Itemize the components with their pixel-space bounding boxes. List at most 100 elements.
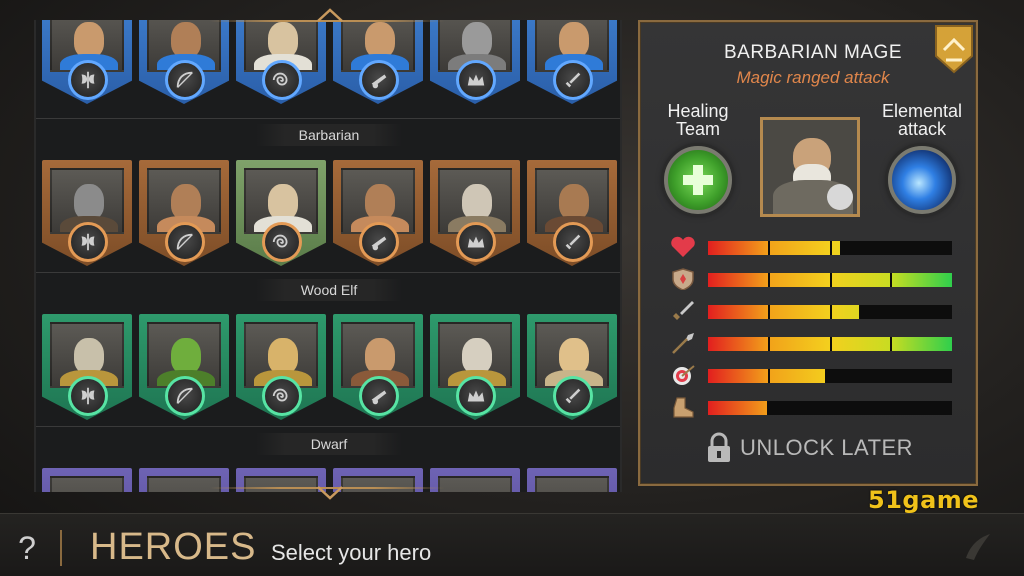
scroll-up-icon[interactable] — [317, 8, 343, 22]
stat-bar-segment — [890, 273, 892, 287]
stat-bar — [708, 369, 952, 383]
spiral-staff-icon — [262, 376, 302, 416]
stat-row — [670, 236, 954, 257]
sword-icon — [553, 222, 593, 262]
row-divider — [36, 118, 620, 119]
stat-bar-segment — [768, 369, 770, 383]
hero-card[interactable] — [430, 314, 520, 420]
stat-bar-segment — [830, 273, 832, 287]
shield-icon — [670, 268, 696, 291]
hero-card[interactable] — [42, 314, 132, 420]
stat-bar-fill — [708, 369, 825, 383]
spear-icon — [670, 332, 696, 354]
bow-icon — [165, 222, 205, 262]
hero-card[interactable] — [139, 314, 229, 420]
crown-icon — [456, 222, 496, 262]
stat-bar-fill — [708, 305, 859, 319]
watermark: 51game — [868, 486, 980, 514]
hero-card[interactable] — [527, 468, 617, 492]
hero-card[interactable] — [333, 314, 423, 420]
bottom-bar: ? HEROES Select your hero — [0, 513, 1024, 576]
hero-card[interactable] — [527, 160, 617, 266]
hero-card[interactable] — [42, 468, 132, 492]
hero-card[interactable] — [333, 20, 423, 104]
bow-icon — [165, 376, 205, 416]
stat-bar-segment — [890, 241, 892, 255]
spiral-staff-icon — [262, 60, 302, 100]
stat-bar-segment — [890, 401, 892, 415]
cannon-icon — [359, 60, 399, 100]
cannon-icon — [359, 376, 399, 416]
stat-bar — [708, 401, 952, 415]
hero-card[interactable] — [236, 314, 326, 420]
section-label-barbarian: Barbarian — [256, 124, 402, 146]
stat-bar-segment — [768, 273, 770, 287]
cannon-icon — [359, 222, 399, 262]
hero-card[interactable] — [236, 20, 326, 104]
stat-bar-segment — [830, 401, 832, 415]
hero-card[interactable] — [527, 314, 617, 420]
skill-label-elemental-attack: Elemental attack — [881, 101, 963, 139]
stat-bar-segment — [768, 401, 770, 415]
hero-card[interactable] — [430, 160, 520, 266]
row-divider — [36, 272, 620, 273]
help-button[interactable]: ? — [12, 530, 42, 566]
stat-bar — [708, 241, 952, 255]
hero-grid[interactable]: Barbarian Wood Elf Dwarf — [34, 20, 622, 492]
lock-icon — [708, 432, 730, 462]
hero-card-selected[interactable] — [236, 160, 326, 266]
crown-icon — [456, 376, 496, 416]
stat-bar-segment — [768, 305, 770, 319]
hero-row-human — [42, 20, 618, 106]
stat-row — [670, 364, 954, 386]
sword-icon — [553, 60, 593, 100]
screen-subtitle: Select your hero — [271, 540, 432, 565]
skill-label-healing-team: Healing Team — [667, 101, 729, 139]
stat-bar-fill — [708, 401, 767, 415]
stat-bar-segment — [768, 337, 770, 351]
stat-bar-segment — [830, 305, 832, 319]
stat-bar-fill — [708, 241, 840, 255]
stat-bar-segment — [830, 369, 832, 383]
spiral-staff-icon — [262, 222, 302, 262]
elemental-attack-skill-icon[interactable] — [888, 146, 956, 214]
hero-card[interactable] — [430, 20, 520, 104]
stat-row — [670, 396, 954, 418]
hero-card[interactable] — [139, 20, 229, 104]
screen-title: HEROES — [90, 526, 257, 568]
stat-bar-segment — [830, 241, 832, 255]
healing-team-skill-icon[interactable] — [664, 146, 732, 214]
axe-icon — [68, 222, 108, 262]
hero-row-wood-elf — [42, 314, 618, 422]
boot-icon — [670, 396, 696, 418]
rank-badge-icon — [935, 25, 973, 74]
stat-row — [670, 268, 954, 291]
brand-logo-icon — [966, 534, 990, 560]
unlock-later-button[interactable]: UNLOCK LATER — [706, 430, 926, 466]
stat-bar-segment — [768, 241, 770, 255]
crown-icon — [456, 60, 496, 100]
stat-row — [670, 300, 954, 320]
section-label-wood-elf: Wood Elf — [256, 279, 402, 301]
hero-card[interactable] — [333, 160, 423, 266]
stat-bar-segment — [890, 337, 892, 351]
target-icon — [670, 364, 696, 386]
bow-icon — [165, 60, 205, 100]
sword-icon — [553, 376, 593, 416]
selected-hero-portrait — [760, 117, 860, 217]
hero-card[interactable] — [42, 160, 132, 266]
hero-card[interactable] — [139, 160, 229, 266]
hero-row-barbarian — [42, 160, 618, 268]
stat-row — [670, 332, 954, 354]
stat-bar — [708, 305, 952, 319]
hero-card[interactable] — [527, 20, 617, 104]
scroll-down-icon[interactable] — [317, 486, 343, 500]
hero-card[interactable] — [42, 20, 132, 104]
row-divider — [36, 426, 620, 427]
axe-icon — [68, 376, 108, 416]
sword-icon — [670, 300, 696, 322]
hero-detail-panel: BARBARIAN MAGE Magic ranged attack Heali… — [638, 20, 978, 486]
axe-icon — [68, 60, 108, 100]
stat-bar — [708, 337, 952, 351]
stat-bar-segment — [830, 337, 832, 351]
